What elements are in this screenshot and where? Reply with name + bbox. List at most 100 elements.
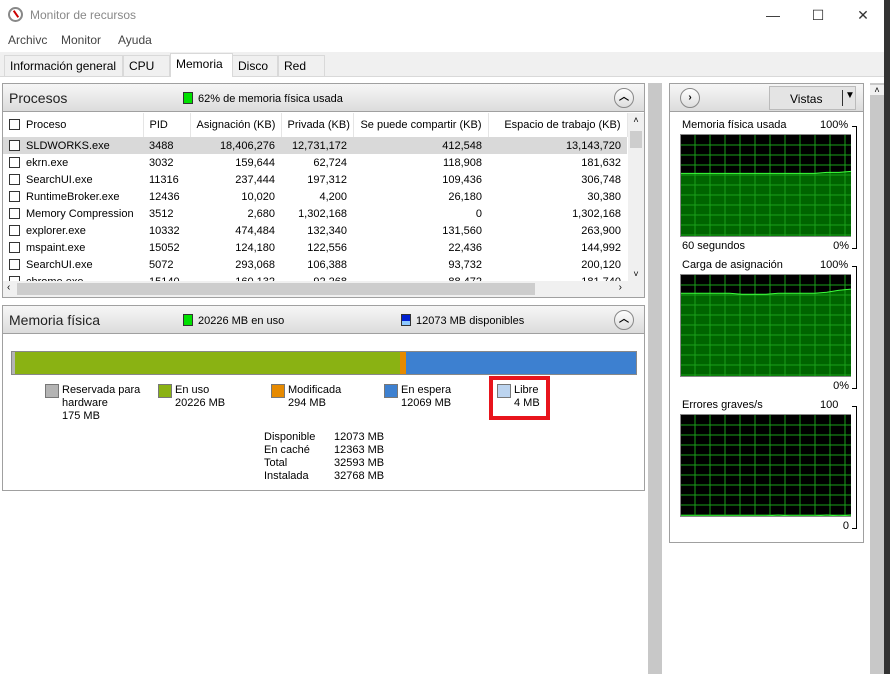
views-dropdown[interactable]: Vistas ▼ (769, 86, 856, 110)
table-row[interactable]: SearchUI.exe 5072 293,068 106,388 93,732 200,… (3, 256, 627, 273)
working-set-cell: 200,120 (581, 258, 621, 271)
processes-header[interactable]: Procesos 62% de memoria física usada ︿ (3, 84, 644, 112)
row-checkbox[interactable] (9, 207, 20, 219)
private-cell: 12,731,172 (281, 137, 353, 154)
stat-label: En caché (264, 444, 310, 456)
pid-cell: 15140 (143, 273, 190, 282)
bar-segment-standby (406, 352, 636, 374)
graph-min: 0% (833, 240, 849, 252)
processes-hscroll[interactable]: ‹ › (3, 281, 644, 297)
commit-cell: 2,680 (247, 207, 275, 220)
select-all-checkbox[interactable] (9, 119, 20, 130)
pid-cell: 3488 (143, 137, 190, 154)
tab-cpu[interactable]: CPU (123, 55, 170, 76)
row-checkbox[interactable] (9, 173, 20, 185)
left-pane-scrollbar[interactable] (648, 83, 662, 674)
commit-cell: 474,484 (235, 224, 275, 237)
working-set-cell: 306,748 (581, 173, 621, 186)
process-name-cell: explorer.exe (3, 222, 143, 239)
collapse-up-icon[interactable]: ︿ (614, 310, 634, 330)
stat-value: 12073 MB (334, 431, 385, 443)
row-checkbox[interactable] (9, 190, 20, 202)
scroll-up-icon[interactable]: ˄ (870, 85, 884, 95)
graph-title: Carga de asignación (682, 259, 783, 271)
row-checkbox[interactable] (9, 258, 20, 270)
memory-used-summary: 62% de memoria física usada (183, 92, 343, 105)
process-name-cell: chrome.exe (3, 273, 143, 281)
col-proceso[interactable]: Proceso (3, 113, 144, 137)
processes-vscroll[interactable]: ˄ ˅ (628, 113, 644, 281)
col-compartir[interactable]: Se puede compartir (KB) (353, 113, 489, 137)
scroll-up-icon[interactable]: ˄ (628, 115, 644, 125)
scroll-left-icon[interactable]: ‹ (7, 282, 10, 293)
legend-label: Reservada para hardware (62, 384, 141, 409)
available-summary: 12073 MB disponibles (401, 314, 524, 327)
col-asignacion[interactable]: Asignación (KB) (190, 113, 282, 137)
tab-red[interactable]: Red (278, 55, 325, 76)
legend-value: 294 MB (288, 397, 326, 409)
scroll-down-icon[interactable]: ˅ (628, 269, 644, 279)
tab-disco[interactable]: Disco (232, 55, 278, 76)
window-title: Monitor de recursos (30, 8, 137, 22)
graphs-pane: › Vistas ▼ Memoria física usada 100% 60 … (669, 83, 864, 543)
graph-1 (680, 274, 852, 377)
blue-indicator-icon (401, 314, 411, 326)
table-row[interactable]: RuntimeBroker.exe 12436 10,020 4,200 26,180 3… (3, 188, 627, 205)
col-privada[interactable]: Privada (KB) (281, 113, 354, 137)
graph-0 (680, 134, 852, 237)
table-row[interactable]: explorer.exe 10332 474,484 132,340 131,560 26… (3, 222, 627, 239)
row-checkbox[interactable] (9, 156, 20, 168)
in-use-text: 20226 MB en uso (198, 315, 285, 327)
minimize-button[interactable]: — (758, 4, 788, 26)
table-row[interactable]: chrome.exe15140160,13292,26888,472181,74… (3, 273, 627, 281)
legend-value: 12069 MB (401, 397, 452, 409)
menu-monitor[interactable]: Monitor (61, 33, 101, 47)
pid-cell: 3512 (149, 207, 174, 220)
maximize-button[interactable]: ☐ (803, 4, 833, 26)
scroll-thumb[interactable] (630, 131, 642, 148)
working-set-cell: 263,900 (581, 224, 621, 237)
scroll-right-icon[interactable]: › (619, 282, 622, 293)
collapse-up-icon[interactable]: ︿ (614, 88, 634, 108)
legend-swatch (45, 384, 59, 398)
shareable-cell: 88,472 (353, 273, 488, 282)
row-checkbox[interactable] (9, 224, 20, 236)
right-pane-scrollbar[interactable]: ˄ (870, 83, 884, 674)
tab-memoria[interactable]: Memoria (170, 53, 233, 77)
tab-general[interactable]: Información general (4, 55, 123, 76)
private-cell: 92,268 (281, 273, 353, 282)
table-row[interactable]: SLDWORKS.exe 3488 18,406,276 12,731,172 412,… (3, 137, 627, 154)
shareable-cell: 0 (475, 207, 482, 220)
pid-cell: 3032 (149, 156, 174, 169)
legend-item: Reservada para hardware 175 MB (62, 384, 147, 423)
green-indicator-icon (183, 314, 193, 326)
window-edge (884, 0, 890, 674)
available-text: 12073 MB disponibles (416, 315, 525, 327)
table-row[interactable]: SearchUI.exe 11316 237,444 197,312 109,436 30… (3, 171, 627, 188)
hscroll-thumb[interactable] (17, 283, 535, 295)
title-bar: Monitor de recursos — ☐ ✕ (0, 0, 884, 30)
views-label: Vistas (790, 92, 823, 106)
col-pid[interactable]: PID (143, 113, 191, 137)
menu-ayuda[interactable]: Ayuda (118, 33, 152, 47)
col-espacio-trabajo[interactable]: Espacio de trabajo (KB) (488, 113, 628, 137)
stat-value: 12363 MB (334, 444, 385, 456)
resource-monitor-icon (8, 7, 23, 22)
physical-memory-panel: Memoria física 20226 MB en uso 12073 MB … (2, 305, 645, 491)
expand-right-icon[interactable]: › (680, 88, 700, 108)
close-button[interactable]: ✕ (848, 4, 878, 26)
memory-used-text: 62% de memoria física usada (198, 93, 343, 105)
table-row[interactable]: ekrn.exe 3032 159,644 62,724 118,908 181,632 (3, 154, 627, 171)
commit-cell: 159,644 (235, 156, 275, 169)
row-checkbox[interactable] (9, 241, 20, 253)
dropdown-arrow-icon[interactable]: ▼ (842, 90, 855, 106)
table-row[interactable]: Memory Compression 3512 2,680 1,302,168 0 1,3… (3, 205, 627, 222)
physical-memory-header[interactable]: Memoria física 20226 MB en uso 12073 MB … (3, 306, 644, 334)
stat-label: Disponible (264, 431, 316, 443)
graph-max: 100% (820, 119, 849, 131)
private-cell: 62,724 (313, 156, 347, 169)
in-use-summary: 20226 MB en uso (183, 314, 284, 327)
row-checkbox[interactable] (9, 139, 20, 151)
table-row[interactable]: mspaint.exe 15052 124,180 122,556 22,436 144,… (3, 239, 627, 256)
menu-archivo[interactable]: Archivc (8, 33, 47, 47)
